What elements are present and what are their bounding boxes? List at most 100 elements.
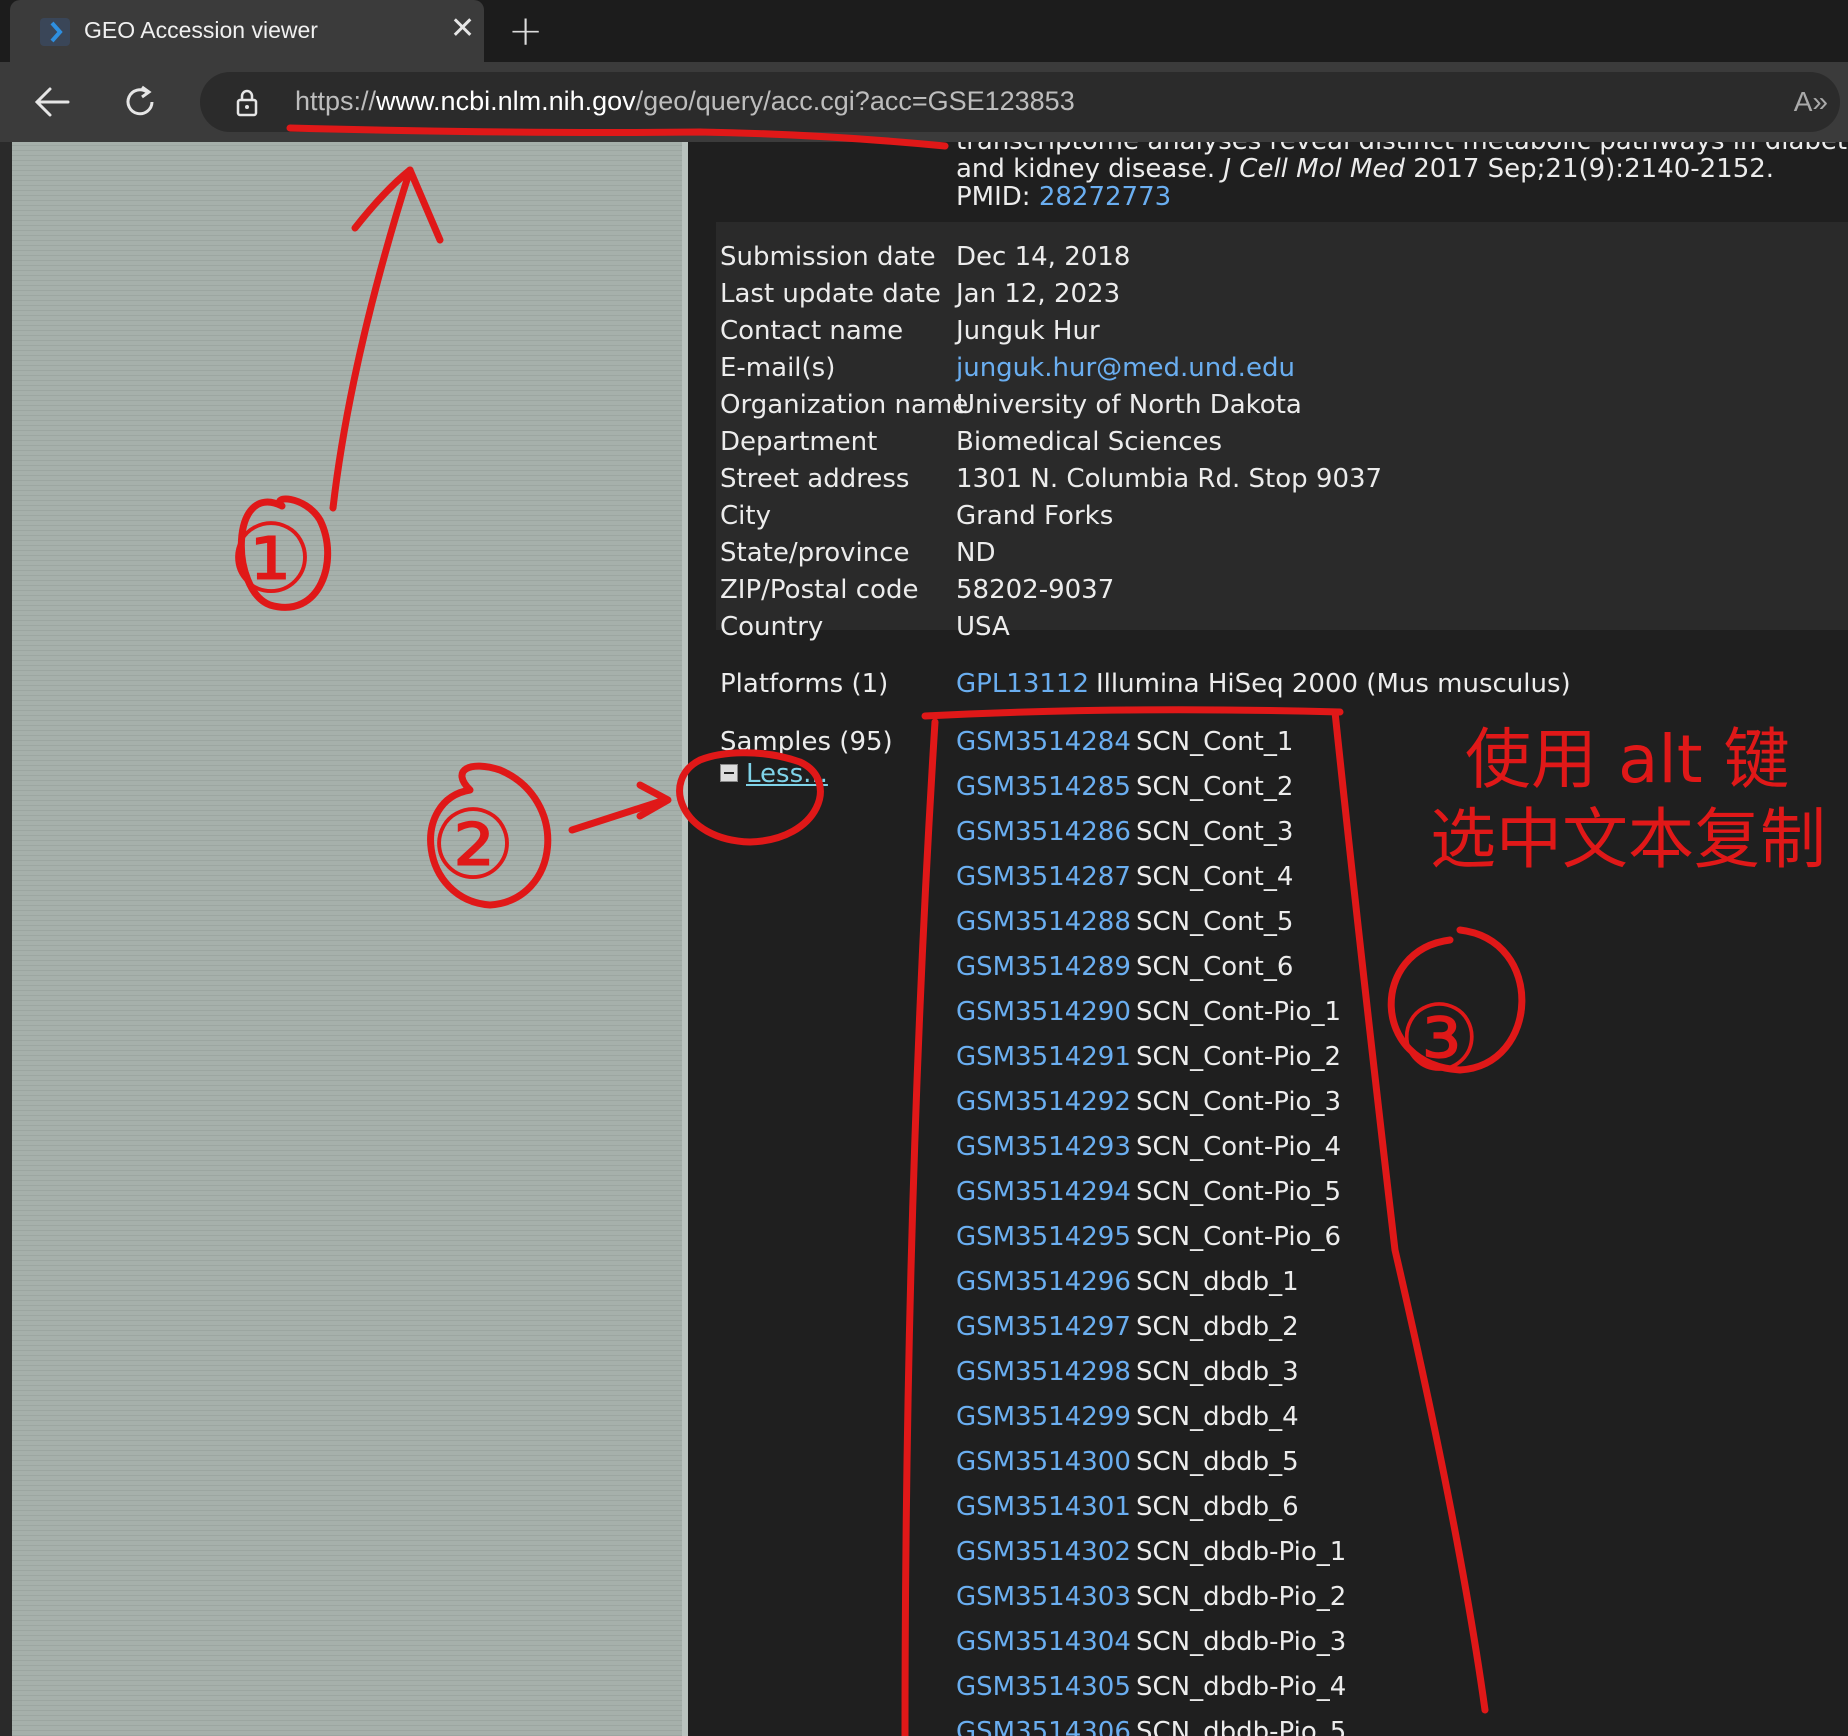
citation-text: 2017 Sep;21(9):2140-2152. [1404,154,1775,184]
journal-name: J Cell Mol Med [1223,154,1405,184]
info-label: Street address [720,464,910,494]
sample-link[interactable]: GSM3514304 [956,1627,1131,1657]
info-label: ZIP/Postal code [720,575,919,605]
geo-series-content: transcriptome analyses reveal distinct m… [688,142,1848,1736]
info-label: Organization name [720,390,969,420]
info-value: Dec 14, 2018 [956,242,1131,272]
sample-link[interactable]: GSM3514285 [956,772,1131,802]
url-text[interactable]: https://www.ncbi.nlm.nih.gov/geo/query/a… [295,86,1075,117]
geo-favicon-icon [40,18,70,46]
read-aloud-icon[interactable]: A» [1794,86,1828,118]
info-value: USA [956,612,1010,642]
sample-title: SCN_dbdb-Pio_4 [1136,1672,1347,1702]
sample-title: SCN_dbdb_2 [1136,1312,1299,1342]
sample-link[interactable]: GSM3514288 [956,907,1131,937]
info-label: Country [720,612,824,642]
info-value: ND [956,538,996,568]
sample-title: SCN_dbdb_3 [1136,1357,1299,1387]
sample-title: SCN_Cont-Pio_5 [1136,1177,1342,1207]
sample-link[interactable]: GSM3514298 [956,1357,1131,1387]
browser-toolbar: https://www.ncbi.nlm.nih.gov/geo/query/a… [0,62,1848,142]
sample-link[interactable]: GSM3514305 [956,1672,1131,1702]
sample-link[interactable]: GSM3514291 [956,1042,1131,1072]
url-host: www.ncbi.nlm.nih.gov [376,86,636,116]
sample-title: SCN_dbdb_5 [1136,1447,1299,1477]
samples-label: Samples (95) [720,727,893,757]
sample-link[interactable]: GSM3514287 [956,862,1131,892]
sample-title: SCN_dbdb_6 [1136,1492,1299,1522]
pmid-link[interactable]: 28272773 [1039,182,1171,212]
info-label: Contact name [720,316,904,346]
sample-link[interactable]: GSM3514290 [956,997,1131,1027]
sample-link[interactable]: GSM3514294 [956,1177,1131,1207]
platform-link[interactable]: GPL13112 [956,669,1089,699]
platforms-label: Platforms (1) [720,669,889,699]
less-link[interactable]: Less... [746,759,828,789]
sample-link[interactable]: GSM3514303 [956,1582,1131,1612]
sample-link[interactable]: GSM3514293 [956,1132,1131,1162]
new-tab-icon[interactable]: + [508,10,543,52]
citation-pmid: PMID: 28272773 [956,182,1171,212]
left-sidebar-panel [12,142,682,1736]
sample-link[interactable]: GSM3514286 [956,817,1131,847]
info-value: Biomedical Sciences [956,427,1223,457]
sample-title: SCN_dbdb_4 [1136,1402,1299,1432]
close-tab-icon[interactable]: ✕ [450,14,475,44]
sample-title: SCN_Cont_4 [1136,862,1294,892]
sample-link[interactable]: GSM3514295 [956,1222,1131,1252]
pmid-label: PMID: [956,182,1039,212]
sample-title: SCN_Cont-Pio_3 [1136,1087,1342,1117]
sample-title: SCN_Cont_2 [1136,772,1294,802]
sample-title: SCN_Cont-Pio_4 [1136,1132,1342,1162]
collapse-icon[interactable] [720,764,738,782]
tab-strip: GEO Accession viewer ✕ + [0,0,1848,62]
sample-title: SCN_Cont_6 [1136,952,1294,982]
info-value: University of North Dakota [956,390,1302,420]
sample-link[interactable]: GSM3514306 [956,1717,1131,1736]
sample-title: SCN_dbdb-Pio_2 [1136,1582,1347,1612]
window-edge [0,142,12,1736]
info-label: E-mail(s) [720,353,836,383]
sample-link[interactable]: GSM3514299 [956,1402,1131,1432]
info-value: Jan 12, 2023 [956,279,1121,309]
info-value: 58202-9037 [956,575,1115,605]
back-arrow-icon[interactable] [32,84,72,120]
sample-title: SCN_Cont-Pio_6 [1136,1222,1342,1252]
lock-icon[interactable] [232,88,262,118]
sample-title: SCN_dbdb-Pio_5 [1136,1717,1347,1736]
url-scheme: https:// [295,86,377,116]
platform-title: Illumina HiSeq 2000 (Mus musculus) [1096,669,1571,699]
info-value: Junguk Hur [956,316,1100,346]
sample-title: SCN_dbdb-Pio_1 [1136,1537,1347,1567]
sample-link[interactable]: GSM3514300 [956,1447,1131,1477]
address-bar[interactable]: https://www.ncbi.nlm.nih.gov/geo/query/a… [200,72,1840,132]
info-value: Grand Forks [956,501,1114,531]
info-label: Last update date [720,279,941,309]
browser-tab[interactable]: GEO Accession viewer ✕ [10,0,484,62]
email-link[interactable]: junguk.hur@med.und.edu [956,353,1295,383]
sample-link[interactable]: GSM3514284 [956,727,1131,757]
sample-title: SCN_Cont_1 [1136,727,1294,757]
tab-title: GEO Accession viewer [84,17,318,43]
citation-line: and kidney disease. J Cell Mol Med 2017 … [956,154,1774,184]
sample-title: SCN_dbdb-Pio_3 [1136,1627,1347,1657]
info-value: 1301 N. Columbia Rd. Stop 9037 [956,464,1383,494]
info-label: Department [720,427,878,457]
reload-icon[interactable] [120,82,160,122]
sample-link[interactable]: GSM3514302 [956,1537,1131,1567]
sample-title: SCN_Cont-Pio_2 [1136,1042,1342,1072]
info-label: State/province [720,538,910,568]
url-path: /geo/query/acc.cgi?acc=GSE123853 [635,86,1075,116]
sample-title: SCN_Cont_3 [1136,817,1294,847]
citation-text: and kidney disease. [956,154,1224,184]
info-label: City [720,501,771,531]
sample-link[interactable]: GSM3514296 [956,1267,1131,1297]
sample-link[interactable]: GSM3514289 [956,952,1131,982]
sample-link[interactable]: GSM3514292 [956,1087,1131,1117]
info-label: Submission date [720,242,936,272]
sample-title: SCN_dbdb_1 [1136,1267,1299,1297]
sample-title: SCN_Cont-Pio_1 [1136,997,1342,1027]
sample-title: SCN_Cont_5 [1136,907,1294,937]
sample-link[interactable]: GSM3514301 [956,1492,1131,1522]
sample-link[interactable]: GSM3514297 [956,1312,1131,1342]
